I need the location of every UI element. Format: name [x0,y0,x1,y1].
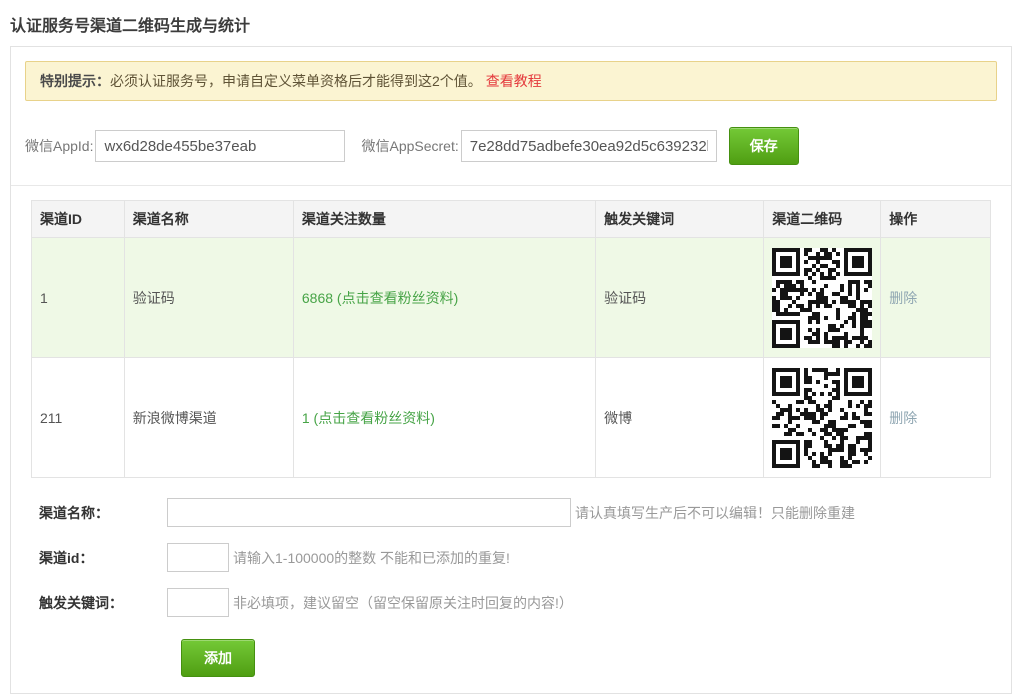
cell-follow-count: 6868 (点击查看粉丝资料) [293,238,595,358]
header-channel-name: 渠道名称 [124,201,293,238]
delete-link[interactable]: 删除 [889,290,917,306]
appsecret-input[interactable] [461,130,717,162]
trigger-keyword-label: 触发关键词： [25,593,167,613]
add-channel-form: 渠道名称： 请认真填写生产后不可以编辑！只能删除重建 渠道id： 请输入1-10… [11,478,1011,677]
channel-id-row: 渠道id： 请输入1-100000的整数 不能和已添加的重复! [25,543,997,572]
notice-prefix: 特别提示： [40,73,110,89]
appsecret-label: 微信AppSecret: [361,136,458,156]
fans-detail-link[interactable]: 1 (点击查看粉丝资料) [302,410,435,426]
channel-id-hint: 请输入1-100000的整数 不能和已添加的重复! [233,548,510,568]
header-qr-code: 渠道二维码 [764,201,881,238]
header-trigger-keyword: 触发关键词 [596,201,764,238]
cell-actions: 删除 [881,358,991,478]
qr-code-image [772,368,872,468]
cell-channel-id: 211 [32,358,125,478]
channel-id-label: 渠道id： [25,548,167,568]
add-button[interactable]: 添加 [181,639,255,677]
header-channel-id: 渠道ID [32,201,125,238]
appid-input[interactable] [95,130,345,162]
channel-name-row: 渠道名称： 请认真填写生产后不可以编辑！只能删除重建 [25,498,997,527]
header-follow-count: 渠道关注数量 [293,201,595,238]
table-row: 1 验证码 6868 (点击查看粉丝资料) 验证码 删除 [32,238,991,358]
cell-follow-count: 1 (点击查看粉丝资料) [293,358,595,478]
appid-label: 微信AppId: [25,136,93,156]
delete-link[interactable]: 删除 [889,410,917,426]
cell-actions: 删除 [881,238,991,358]
trigger-keyword-row: 触发关键词： 非必填项，建议留空（留空保留原关注时回复的内容!） [25,588,997,617]
qr-code-image [772,248,872,348]
channel-table: 渠道ID 渠道名称 渠道关注数量 触发关键词 渠道二维码 操作 1 验证码 68… [31,200,991,478]
cell-channel-name: 新浪微博渠道 [124,358,293,478]
cell-channel-id: 1 [32,238,125,358]
main-panel: 特别提示：必须认证服务号，申请自定义菜单资格后才能得到这2个值。查看教程 微信A… [10,46,1012,694]
cell-qr-code [764,238,881,358]
notice-text: 必须认证服务号，申请自定义菜单资格后才能得到这2个值。 [110,73,482,89]
cell-keyword: 微博 [596,358,764,478]
table-row: 211 新浪微博渠道 1 (点击查看粉丝资料) 微博 删除 [32,358,991,478]
channel-id-input[interactable] [167,543,229,572]
header-actions: 操作 [881,201,991,238]
channel-name-input[interactable] [167,498,571,527]
table-header-row: 渠道ID 渠道名称 渠道关注数量 触发关键词 渠道二维码 操作 [32,201,991,238]
channel-name-hint: 请认真填写生产后不可以编辑！只能删除重建 [575,503,855,523]
cell-qr-code [764,358,881,478]
trigger-keyword-input[interactable] [167,588,229,617]
trigger-keyword-hint: 非必填项，建议留空（留空保留原关注时回复的内容!） [233,593,573,613]
page-title: 认证服务号渠道二维码生成与统计 [0,0,1022,46]
credentials-form: 微信AppId: 微信AppSecret: 保存 [11,115,1011,186]
notice-bar: 特别提示：必须认证服务号，申请自定义菜单资格后才能得到这2个值。查看教程 [25,61,997,101]
add-button-row: 添加 [25,639,997,677]
channel-name-label: 渠道名称： [25,503,167,523]
cell-channel-name: 验证码 [124,238,293,358]
fans-detail-link[interactable]: 6868 (点击查看粉丝资料) [302,290,458,306]
cell-keyword: 验证码 [596,238,764,358]
tutorial-link[interactable]: 查看教程 [486,73,542,89]
save-button[interactable]: 保存 [729,127,799,165]
